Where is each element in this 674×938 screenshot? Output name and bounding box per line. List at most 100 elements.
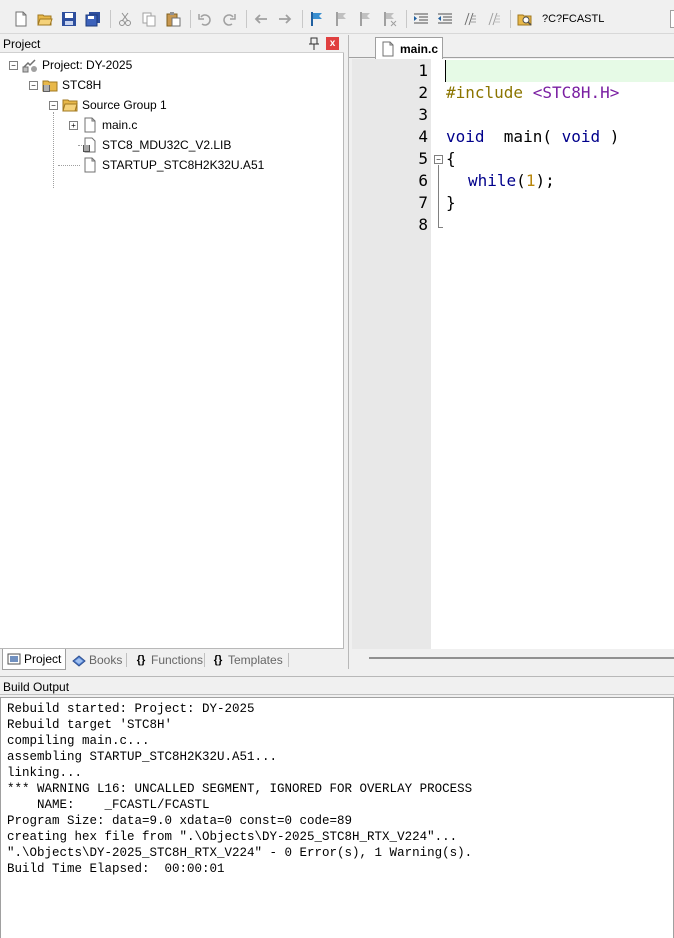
collapse-icon[interactable]: − — [29, 80, 38, 90]
build-output-line: compiling main.c... — [7, 734, 150, 748]
tab-functions[interactable]: {} Functions — [130, 651, 207, 669]
lib-file-icon — [82, 137, 98, 153]
keyword-token: while — [468, 171, 517, 190]
folder-icon — [62, 97, 78, 113]
tree-file-main-c[interactable]: + main.c — [69, 116, 137, 134]
expand-icon[interactable]: + — [69, 120, 78, 130]
tab-books[interactable]: Books — [68, 651, 126, 669]
tree-group-row[interactable]: − Source Group 1 — [49, 96, 167, 114]
preprocessor-token: #include — [446, 83, 524, 102]
fold-toggle-icon[interactable]: − — [434, 155, 443, 164]
c-file-icon — [82, 117, 98, 133]
code-line-6: while(1); — [468, 170, 555, 192]
unindent-icon[interactable] — [436, 10, 454, 28]
build-output-line: linking... — [7, 766, 83, 780]
ide-window: ?C?FCASTL Project x − Project: DY-2025 − — [0, 0, 674, 938]
build-output-header: Build Output — [0, 676, 674, 695]
line-number: 2 — [418, 83, 428, 102]
tree-project-row[interactable]: − Project: DY-2025 — [9, 56, 132, 74]
find-in-files-icon[interactable] — [516, 10, 534, 28]
tree-file-startup[interactable]: STARTUP_STC8H2K32U.A51 — [82, 156, 264, 174]
new-file-icon[interactable] — [12, 10, 30, 28]
open-folder-icon[interactable] — [36, 10, 54, 28]
tree-target-label: STC8H — [62, 78, 102, 92]
fold-column — [431, 59, 445, 649]
build-output-text[interactable]: Rebuild started: Project: DY-2025 Rebuil… — [0, 697, 674, 938]
editor-pane: main.c 1 2 3 4 5 6 7 8 #include <STC8H.H… — [348, 35, 674, 669]
project-pane-header: Project x — [0, 35, 344, 53]
build-output-line: ".\Objects\DY-2025_STC8H_RTX_V224" - 0 E… — [7, 846, 473, 860]
asm-file-icon — [82, 157, 98, 173]
build-output-line: *** WARNING L16: UNCALLED SEGMENT, IGNOR… — [7, 782, 473, 796]
project-pane-tabs: Project Books {} Functions {} Templates — [0, 648, 344, 670]
bookmark-prev-icon[interactable] — [332, 10, 350, 28]
project-pane: Project x − Project: DY-2025 − STC8H − S… — [0, 35, 344, 670]
uncomment-icon[interactable] — [484, 10, 502, 28]
collapse-icon[interactable]: − — [9, 60, 18, 70]
find-combo-text[interactable]: ?C?FCASTL — [542, 13, 604, 25]
tab-label: Books — [89, 653, 123, 667]
code-line-5: { — [446, 149, 456, 168]
build-output-line: Rebuild target 'STC8H' — [7, 718, 173, 732]
tree-target-row[interactable]: − STC8H — [29, 76, 101, 94]
line-number: 4 — [418, 127, 428, 146]
project-icon — [22, 57, 38, 73]
line-number: 6 — [418, 171, 428, 190]
editor-tab-main-c[interactable]: main.c — [375, 37, 443, 59]
project-pane-title: Project — [3, 37, 41, 51]
collapse-icon[interactable]: − — [49, 100, 58, 110]
line-number: 7 — [418, 193, 428, 212]
tab-label: Functions — [151, 653, 204, 667]
bookmark-icon[interactable] — [308, 10, 326, 28]
tree-file-label: main.c — [102, 118, 138, 132]
editor-tab-label: main.c — [400, 41, 439, 56]
code-line-7: } — [446, 193, 456, 212]
nav-back-icon[interactable] — [252, 10, 270, 28]
tab-templates[interactable]: {} Templates — [207, 651, 287, 669]
horizontal-scrollbar[interactable] — [369, 657, 674, 659]
close-pane-button[interactable]: x — [326, 37, 339, 50]
nav-forward-icon[interactable] — [276, 10, 294, 28]
templates-icon: {} — [213, 654, 223, 666]
code-token: main( — [484, 127, 562, 146]
fold-line — [438, 165, 439, 227]
comment-icon[interactable] — [460, 10, 478, 28]
save-all-icon[interactable] — [84, 10, 102, 28]
build-output-line: assembling STARTUP_STC8H2K32U.A51... — [7, 750, 278, 764]
tree-group-label: Source Group 1 — [82, 98, 167, 112]
editor-tab-bar: main.c — [349, 35, 674, 59]
redo-icon[interactable] — [220, 10, 238, 28]
tab-label: Templates — [228, 653, 283, 667]
project-tab-icon — [7, 652, 21, 666]
save-icon[interactable] — [60, 10, 78, 28]
line-number: 1 — [418, 61, 428, 80]
undo-icon[interactable] — [196, 10, 214, 28]
keyword-token: void — [446, 127, 485, 146]
tab-label: Project — [24, 652, 62, 666]
tree-project-label: Project: DY-2025 — [42, 58, 133, 72]
pin-icon[interactable] — [308, 37, 320, 51]
target-icon — [42, 77, 58, 93]
fold-end — [438, 227, 443, 228]
code-token: ); — [535, 171, 555, 190]
paste-icon[interactable] — [164, 10, 182, 28]
line-number: 3 — [418, 105, 428, 124]
indent-icon[interactable] — [412, 10, 430, 28]
bookmark-clear-icon[interactable] — [380, 10, 398, 28]
tab-project[interactable]: Project — [2, 649, 67, 670]
build-output-line: Build Time Elapsed: 00:00:01 — [7, 862, 225, 876]
bookmark-next-icon[interactable] — [356, 10, 374, 28]
line-number: 8 — [418, 215, 428, 234]
tree-file-lib[interactable]: STC8_MDU32C_V2.LIB — [82, 136, 231, 154]
code-token: ( — [516, 171, 526, 190]
current-line-highlight — [445, 60, 674, 82]
build-output-line: creating hex file from ".\Objects\DY-202… — [7, 830, 458, 844]
find-combo-edge[interactable] — [670, 10, 674, 28]
editor-bottom-bar — [349, 649, 674, 669]
build-output-line: Program Size: data=9.0 xdata=0 const=0 c… — [7, 814, 353, 828]
copy-icon[interactable] — [140, 10, 158, 28]
cut-icon[interactable] — [116, 10, 134, 28]
c-file-icon — [382, 41, 394, 56]
toolbar: ?C?FCASTL — [0, 0, 674, 34]
include-token: <STC8H.H> — [532, 83, 620, 102]
